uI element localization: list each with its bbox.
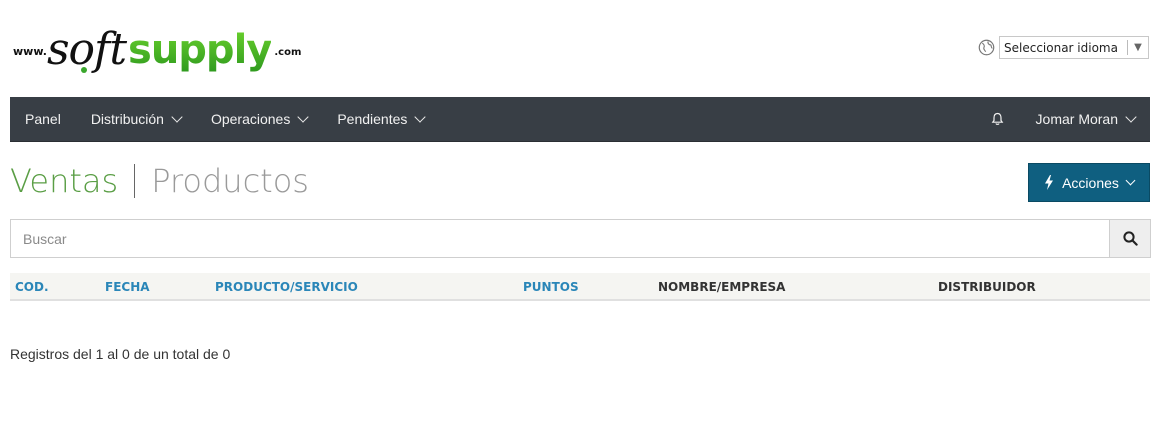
chevron-down-icon [1125, 175, 1136, 186]
nav-item-panel[interactable]: Panel [10, 97, 76, 141]
language-selector: Seleccionar idioma ▼ [978, 36, 1149, 59]
search-bar [10, 219, 1151, 258]
language-select-label: Seleccionar idioma [1004, 40, 1118, 55]
title-productos[interactable]: Productos [151, 162, 309, 200]
nav-item-operaciones[interactable]: Operaciones [196, 97, 322, 141]
logo-supply: supply [128, 27, 272, 73]
column-header-distribuidor: DISTRIBUIDOR [938, 280, 1036, 294]
search-input[interactable] [11, 220, 1109, 257]
notifications-button[interactable] [983, 97, 1013, 141]
dropdown-arrow-icon: ▼ [1134, 42, 1142, 53]
globe-icon [978, 39, 995, 56]
nav-item-label: Pendientes [337, 111, 408, 127]
nav-item-label: Operaciones [210, 111, 291, 127]
column-header-producto-servicio[interactable]: PRODUCTO/SERVICIO [215, 280, 358, 294]
logo-com: .com [274, 47, 302, 58]
main-navbar: Panel Distribución Operaciones Pendiente… [10, 97, 1150, 142]
column-header-cod[interactable]: COD. [15, 280, 49, 294]
table-header: COD. FECHA PRODUCTO/SERVICIO PUNTOS NOMB… [10, 273, 1150, 301]
records-info: Registros del 1 al 0 de un total de 0 [10, 346, 231, 362]
actions-button[interactable]: Acciones [1028, 163, 1150, 202]
lightning-icon [1045, 175, 1054, 190]
user-name: Jomar Moran [1035, 111, 1118, 127]
column-header-nombre-empresa: NOMBRE/EMPRESA [658, 280, 786, 294]
chevron-down-icon [1125, 110, 1137, 123]
search-button[interactable] [1109, 220, 1150, 257]
logo-soft: soft [46, 24, 127, 75]
chevron-down-icon [414, 110, 427, 123]
bell-icon [991, 112, 1004, 125]
nav-item-label: Distribución [90, 111, 164, 127]
user-menu[interactable]: Jomar Moran [1021, 97, 1150, 141]
nav-item-distribucion[interactable]: Distribución [76, 97, 196, 141]
logo-www: www. [13, 45, 47, 58]
page-title: Ventas Productos [10, 162, 309, 200]
language-select[interactable]: Seleccionar idioma ▼ [999, 36, 1149, 59]
title-ventas[interactable]: Ventas [10, 162, 118, 200]
column-header-fecha[interactable]: FECHA [105, 280, 150, 294]
nav-item-pendientes[interactable]: Pendientes [322, 97, 439, 141]
nav-item-label: Panel [25, 111, 61, 127]
column-header-puntos[interactable]: PUNTOS [523, 280, 579, 294]
chevron-down-icon [297, 110, 310, 123]
chevron-down-icon [171, 110, 183, 123]
search-icon [1122, 231, 1138, 246]
actions-button-label: Acciones [1062, 174, 1119, 191]
softsupply-logo[interactable]: www. soft supply .com [13, 22, 302, 75]
title-divider [134, 164, 136, 198]
